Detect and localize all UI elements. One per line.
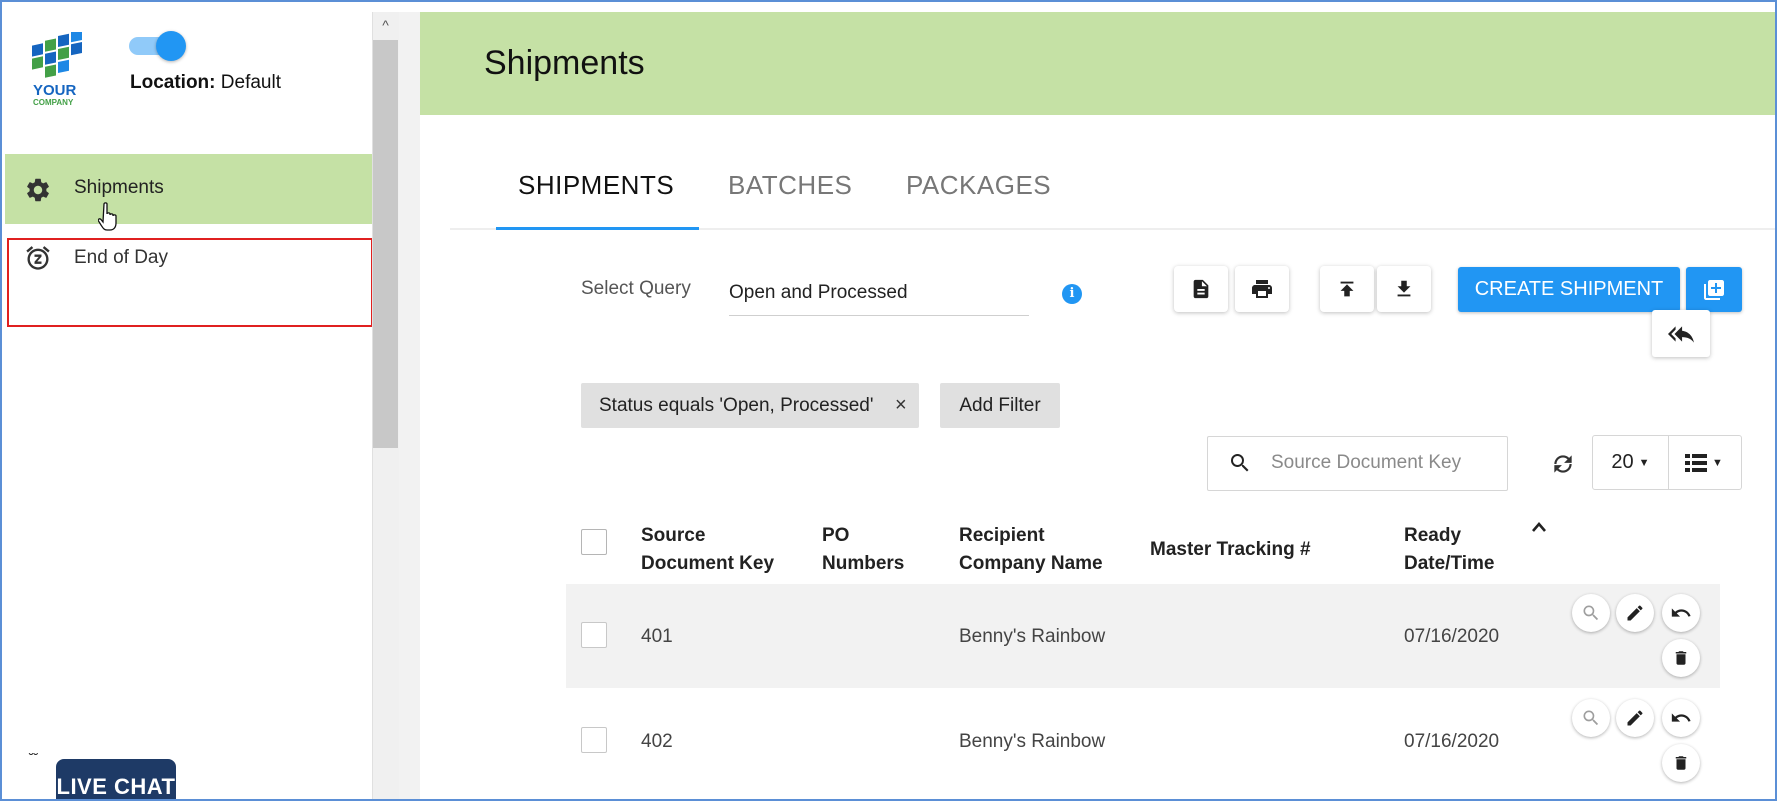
- sidebar: [5, 12, 372, 799]
- header-text: Source: [641, 525, 706, 546]
- column-header-recipient[interactable]: Recipient Company Name: [959, 522, 1103, 578]
- row-checkbox[interactable]: [581, 727, 607, 753]
- tab-packages[interactable]: PACKAGES: [906, 170, 1051, 201]
- gutter: [399, 12, 420, 799]
- edit-button[interactable]: [1616, 594, 1654, 632]
- location-value: Default: [220, 72, 281, 93]
- sidebar-item-end-of-day[interactable]: [7, 238, 373, 327]
- header-text: Ready: [1404, 525, 1462, 546]
- pencil-icon: [1627, 605, 1643, 621]
- download-icon: [1397, 280, 1411, 297]
- scroll-up-icon[interactable]: ^: [372, 12, 399, 38]
- hand-cursor-icon: [98, 202, 117, 231]
- header-text: Document Key: [641, 553, 775, 574]
- column-header-source-key[interactable]: Source Document Key: [641, 522, 774, 578]
- sidebar-item-label: Shipments: [74, 177, 164, 198]
- column-header-master-tracking[interactable]: Master Tracking #: [1150, 536, 1311, 564]
- page-size-value: 20: [1611, 451, 1634, 473]
- view-button[interactable]: [1572, 699, 1610, 737]
- header-text: PO: [822, 525, 850, 546]
- caret-down-icon: ▼: [1712, 456, 1723, 469]
- reply-all-icon: [1668, 325, 1694, 343]
- alarm-snooze-icon: [26, 246, 50, 270]
- search-icon: [1583, 605, 1599, 621]
- sidebar-item-label: End of Day: [74, 247, 168, 268]
- filter-chip-label: Status equals 'Open, Processed': [599, 395, 874, 416]
- remove-filter-icon[interactable]: ×: [895, 394, 907, 417]
- select-query-label: Select Query: [581, 278, 691, 299]
- delete-button[interactable]: [1662, 744, 1700, 782]
- header-text: Recipient: [959, 525, 1045, 546]
- svg-text:YOUR: YOUR: [33, 82, 77, 99]
- tab-shipments[interactable]: SHIPMENTS: [518, 170, 674, 201]
- search-icon: [1231, 454, 1249, 472]
- cell-recipient: Benny's Rainbow: [959, 731, 1106, 752]
- cell-source-key: 401: [641, 626, 673, 647]
- download-button[interactable]: [1377, 266, 1431, 312]
- trash-icon: [1675, 756, 1687, 770]
- pencil-icon: [1627, 710, 1643, 726]
- upload-button[interactable]: [1320, 266, 1374, 312]
- refresh-icon[interactable]: [1550, 451, 1576, 477]
- cell-ready-date: 07/16/2020: [1404, 626, 1500, 647]
- chevron-icon: ˘˘: [29, 750, 39, 766]
- live-chat-button[interactable]: LIVE CHAT: [56, 759, 176, 799]
- undo-button[interactable]: [1662, 699, 1700, 737]
- upload-icon: [1340, 281, 1354, 297]
- trash-icon: [1675, 651, 1687, 665]
- caret-down-icon: ▼: [1638, 456, 1650, 469]
- undo-icon: [1671, 608, 1691, 617]
- toggle-knob[interactable]: [156, 31, 186, 61]
- view-options-dropdown[interactable]: ▼: [1667, 435, 1742, 490]
- cell-recipient: Benny's Rainbow: [959, 626, 1106, 647]
- page-size-dropdown[interactable]: 20 ▼: [1592, 435, 1669, 490]
- page-title: Shipments: [484, 44, 645, 82]
- location-text: Location: Default: [130, 72, 281, 94]
- select-query-field[interactable]: Open and Processed: [729, 282, 908, 304]
- cell-source-key: 402: [641, 731, 673, 752]
- table-row[interactable]: [566, 688, 1720, 792]
- company-logo: YOUR COMPANY: [32, 32, 82, 106]
- print-button[interactable]: [1235, 266, 1289, 312]
- add-copy-button[interactable]: [1686, 267, 1742, 312]
- header-text: Date/Time: [1404, 553, 1495, 574]
- cell-ready-date: 07/16/2020: [1404, 731, 1500, 752]
- add-filter-button[interactable]: Add Filter: [940, 383, 1060, 428]
- print-icon: [1252, 280, 1272, 298]
- search-icon: [1583, 710, 1599, 726]
- view-button[interactable]: [1572, 594, 1610, 632]
- table-row[interactable]: [566, 584, 1720, 688]
- gear-icon: [27, 178, 49, 202]
- reply-all-button[interactable]: [1652, 310, 1710, 357]
- scrollbar-thumb[interactable]: [373, 40, 398, 448]
- sidebar-item-shipments[interactable]: [5, 154, 372, 224]
- delete-button[interactable]: [1662, 639, 1700, 677]
- search-placeholder: Source Document Key: [1271, 452, 1462, 473]
- select-all-checkbox[interactable]: [581, 529, 607, 555]
- list-view-icon: [1685, 453, 1708, 472]
- undo-icon: [1671, 713, 1691, 722]
- tab-batches[interactable]: BATCHES: [728, 170, 852, 201]
- edit-button[interactable]: [1616, 699, 1654, 737]
- undo-button[interactable]: [1662, 594, 1700, 632]
- header-text: Numbers: [822, 553, 905, 574]
- query-underline: [729, 315, 1029, 316]
- add-copy-icon: [1704, 279, 1724, 300]
- header-text: Company Name: [959, 553, 1103, 574]
- create-shipment-button[interactable]: CREATE SHIPMENT: [1458, 267, 1680, 312]
- sort-ascending-icon[interactable]: [1531, 520, 1547, 534]
- app-window: YOUR COMPANY Location: Default Shipments…: [0, 0, 1777, 801]
- column-header-po-numbers[interactable]: PO Numbers: [822, 522, 904, 578]
- row-checkbox[interactable]: [581, 622, 607, 648]
- info-icon[interactable]: i: [1062, 284, 1082, 304]
- column-header-ready-date[interactable]: Ready Date/Time: [1404, 522, 1494, 578]
- export-document-button[interactable]: [1174, 266, 1228, 312]
- svg-text:COMPANY: COMPANY: [33, 98, 74, 106]
- active-tab-indicator: [496, 227, 699, 230]
- location-label: Location:: [130, 72, 216, 93]
- document-icon: [1193, 279, 1209, 299]
